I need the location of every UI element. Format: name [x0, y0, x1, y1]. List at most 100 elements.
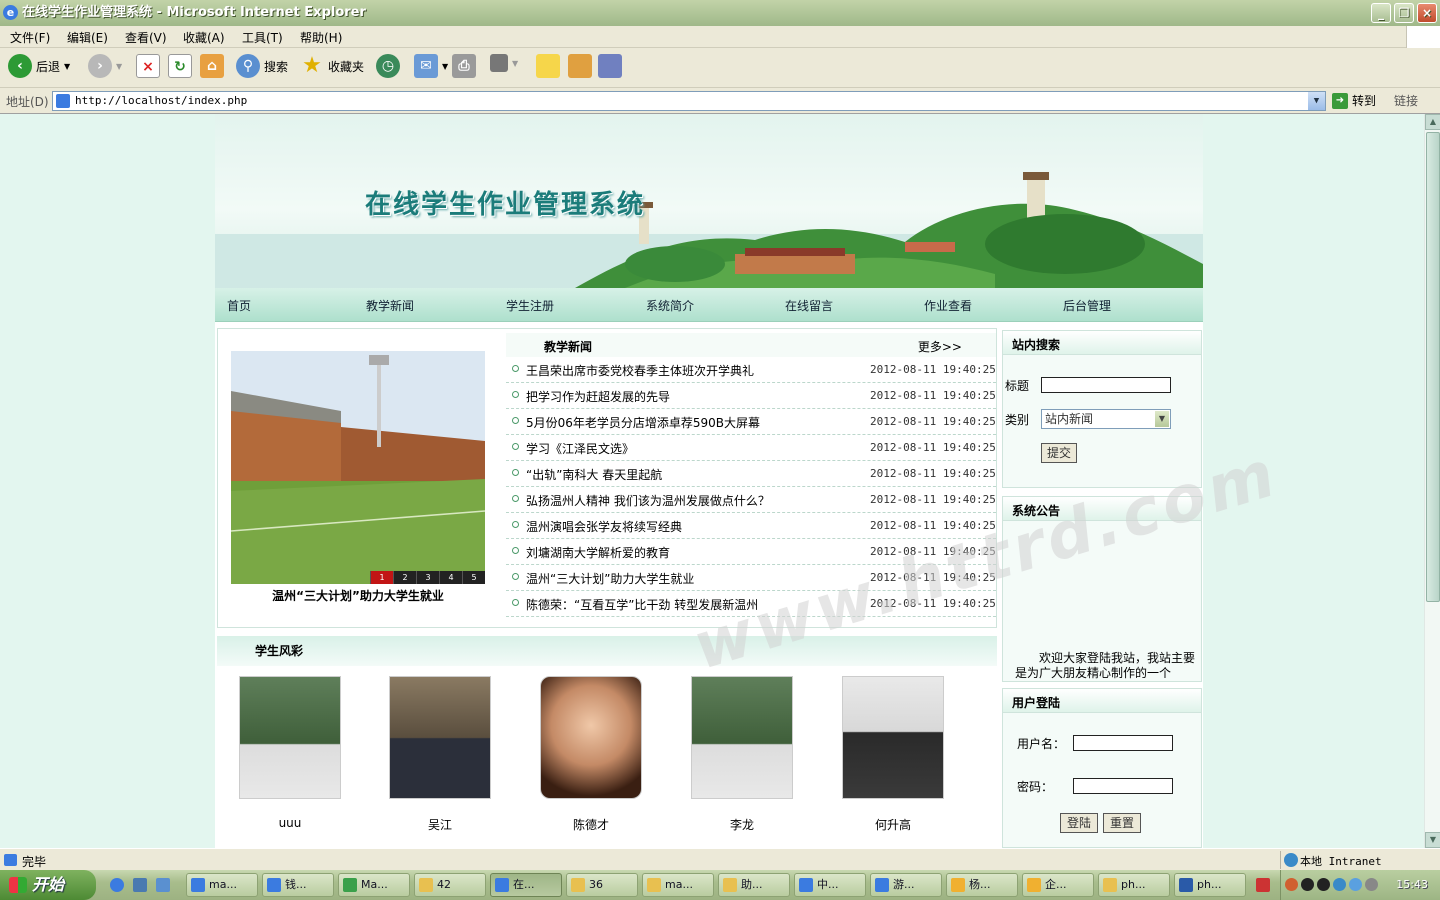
forward-button[interactable]: › ▼: [88, 54, 122, 78]
reset-button[interactable]: 重置: [1103, 813, 1141, 833]
home-button[interactable]: ⌂: [200, 54, 224, 78]
news-more-link[interactable]: 更多>>: [918, 338, 962, 355]
network-icon[interactable]: [1349, 878, 1362, 891]
password-input[interactable]: [1073, 778, 1173, 794]
back-dropdown-icon[interactable]: ▼: [64, 62, 70, 71]
slide-page-3[interactable]: 3: [416, 571, 439, 584]
news-title[interactable]: 刘墉湖南大学解析爱的教育: [526, 544, 670, 561]
taskbar-button[interactable]: Ma...: [338, 873, 410, 897]
student-photo[interactable]: [389, 676, 491, 799]
news-item[interactable]: 学习《江泽民文选》 2012-08-11 19:40:25: [506, 435, 996, 461]
taskbar-button[interactable]: 杨...: [946, 873, 1018, 897]
title-search-input[interactable]: [1041, 377, 1171, 393]
nav-home[interactable]: 首页: [227, 297, 251, 314]
menu-tools[interactable]: 工具(T): [242, 29, 283, 46]
search-submit-button[interactable]: 提交: [1041, 443, 1077, 463]
news-item[interactable]: 温州演唱会张学友将续写经典 2012-08-11 19:40:25: [506, 513, 996, 539]
news-title[interactable]: 王昌荣出席市委党校春季主体班次开学典礼: [526, 362, 754, 379]
news-slideshow-image[interactable]: 1 2 3 4 5: [231, 351, 485, 584]
taskbar-button[interactable]: 中...: [794, 873, 866, 897]
news-title[interactable]: 5月份06年老学员分店增添卓荐590B大屏幕: [526, 414, 760, 431]
news-item[interactable]: 5月份06年老学员分店增添卓荐590B大屏幕 2012-08-11 19:40:2…: [506, 409, 996, 435]
tray-expand-icon[interactable]: [1285, 878, 1298, 891]
student-photo[interactable]: [842, 676, 944, 799]
taskbar-button[interactable]: ph...: [1098, 873, 1170, 897]
back-button[interactable]: ‹ 后退 ▼: [8, 54, 70, 78]
close-button[interactable]: ×: [1417, 3, 1437, 23]
quicklaunch-ie-icon[interactable]: [110, 878, 124, 892]
student-name[interactable]: uuu: [230, 816, 350, 830]
favorites-button[interactable]: ★ 收藏夹: [300, 54, 364, 78]
slideshow-caption[interactable]: 温州“三大计划”助力大学生就业: [231, 587, 485, 604]
news-title[interactable]: 学习《江泽民文选》: [526, 440, 634, 457]
category-select[interactable]: 站内新闻 ▼: [1041, 409, 1171, 429]
login-button[interactable]: 登陆: [1060, 813, 1098, 833]
menu-help[interactable]: 帮助(H): [300, 29, 342, 46]
edit-button[interactable]: ▼: [490, 54, 518, 72]
discuss-button[interactable]: [536, 54, 560, 78]
taskbar-button[interactable]: 36: [566, 873, 638, 897]
history-button[interactable]: ◷: [376, 54, 400, 78]
slide-page-4[interactable]: 4: [439, 571, 462, 584]
slide-page-5[interactable]: 5: [462, 571, 485, 584]
taskbar-button[interactable]: 在...: [490, 873, 562, 897]
student-name[interactable]: 吴江: [380, 816, 500, 833]
minimize-button[interactable]: _: [1371, 3, 1391, 23]
go-button[interactable]: ➜ 转到: [1332, 92, 1376, 109]
taskbar-button[interactable]: 42: [414, 873, 486, 897]
news-item[interactable]: 王昌荣出席市委党校春季主体班次开学典礼 2012-08-11 19:40:25: [506, 357, 996, 383]
taskbar-button[interactable]: 企...: [1022, 873, 1094, 897]
volume-icon[interactable]: [1365, 878, 1378, 891]
taskbar-button[interactable]: 助...: [718, 873, 790, 897]
vertical-scrollbar[interactable]: ▲ ▼: [1424, 114, 1440, 848]
nav-teaching-news[interactable]: 教学新闻: [366, 297, 414, 314]
news-item[interactable]: “出轨”南科大 春天里起航 2012-08-11 19:40:25: [506, 461, 996, 487]
nav-online-message[interactable]: 在线留言: [785, 297, 833, 314]
student-name[interactable]: 何升高: [833, 816, 953, 833]
address-dropdown-icon[interactable]: ▼: [1308, 92, 1325, 110]
taskbar-button[interactable]: 游...: [870, 873, 942, 897]
messenger-button[interactable]: [598, 54, 622, 78]
start-button[interactable]: 开始: [0, 870, 96, 900]
nav-homework-view[interactable]: 作业查看: [924, 297, 972, 314]
quicklaunch-app-icon[interactable]: [156, 878, 170, 892]
stop-button[interactable]: ×: [136, 54, 160, 78]
ime-icon[interactable]: [1256, 878, 1270, 892]
taskbar-button[interactable]: 钱...: [262, 873, 334, 897]
refresh-button[interactable]: ↻: [168, 54, 192, 78]
student-name[interactable]: 李龙: [682, 816, 802, 833]
nav-admin[interactable]: 后台管理: [1063, 297, 1111, 314]
menu-file[interactable]: 文件(F): [10, 29, 50, 46]
news-title[interactable]: 弘扬温州人精神 我们该为温州发展做点什么？: [526, 492, 770, 509]
quicklaunch-desktop-icon[interactable]: [133, 878, 147, 892]
news-title[interactable]: 把学习作为赶超发展的先导: [526, 388, 670, 405]
mail-dropdown-icon[interactable]: ▼: [442, 62, 448, 71]
student-photo[interactable]: [239, 676, 341, 799]
scroll-thumb[interactable]: [1426, 132, 1440, 602]
menu-edit[interactable]: 编辑(E): [67, 29, 108, 46]
student-name[interactable]: 陈德才: [531, 816, 651, 833]
taskbar-button[interactable]: ma...: [186, 873, 258, 897]
maximize-button[interactable]: ❐: [1394, 3, 1414, 23]
scroll-down-icon[interactable]: ▼: [1425, 832, 1440, 848]
research-button[interactable]: [568, 54, 592, 78]
news-title[interactable]: “出轨”南科大 春天里起航: [526, 466, 662, 483]
mail-button[interactable]: ✉ ▼: [414, 54, 448, 78]
slide-page-2[interactable]: 2: [393, 571, 416, 584]
menu-view[interactable]: 查看(V): [125, 29, 167, 46]
news-item[interactable]: 把学习作为赶超发展的先导 2012-08-11 19:40:25: [506, 383, 996, 409]
search-button[interactable]: ⚲ 搜索: [236, 54, 288, 78]
qq-icon[interactable]: [1317, 878, 1330, 891]
username-input[interactable]: [1073, 735, 1173, 751]
network-icon[interactable]: [1333, 878, 1346, 891]
student-photo[interactable]: [540, 676, 642, 799]
news-title[interactable]: 温州演唱会张学友将续写经典: [526, 518, 682, 535]
scroll-up-icon[interactable]: ▲: [1425, 114, 1440, 130]
menu-favorites[interactable]: 收藏(A): [183, 29, 225, 46]
nav-student-register[interactable]: 学生注册: [506, 297, 554, 314]
links-button[interactable]: 链接: [1394, 92, 1418, 109]
news-item[interactable]: 弘扬温州人精神 我们该为温州发展做点什么？ 2012-08-11 19:40:25: [506, 487, 996, 513]
qq-icon[interactable]: [1301, 878, 1314, 891]
print-button[interactable]: ⎙: [452, 54, 476, 78]
edit-dropdown-icon[interactable]: ▼: [512, 59, 518, 68]
